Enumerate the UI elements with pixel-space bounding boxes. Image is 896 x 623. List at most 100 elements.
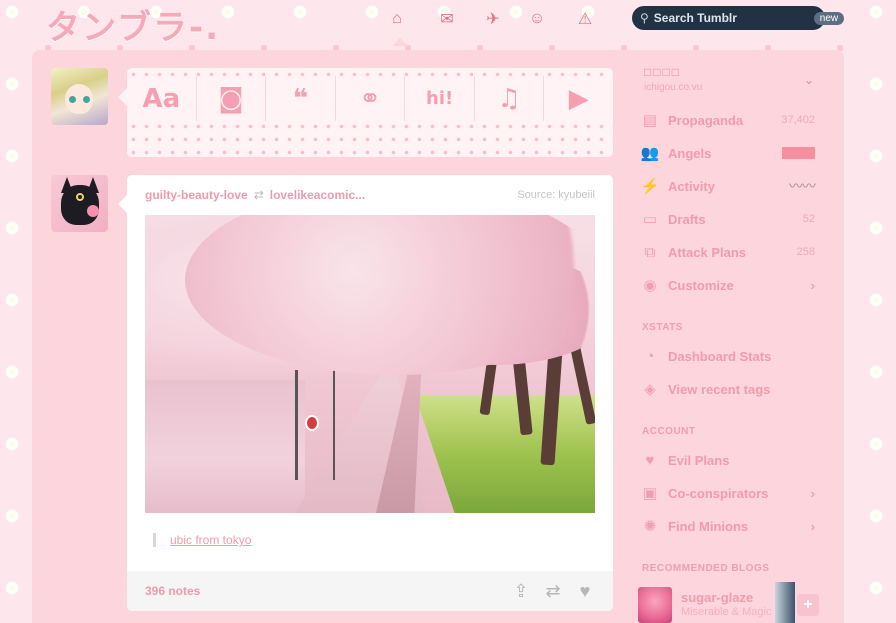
sidebar-item-label: Attack Plans [668,244,747,260]
inbox-hearts-icon[interactable]: ✉ [436,8,458,30]
post-video-button[interactable]: ▶ [544,76,614,121]
posts-icon: ▤ [642,112,658,129]
post-audio-button[interactable]: ♫ [474,76,545,121]
recommended-blog-header-image [775,582,795,623]
sidebar-item-count: 52 [802,213,815,225]
sidebar-item-label: Dashboard Stats [668,348,772,364]
activity-sparkline: 〰〰 [789,178,816,194]
active-nav-caret [392,38,408,46]
avatar-eye-right [83,96,90,103]
search-icon: ⚲ [640,11,649,25]
recommended-heading: RECOMMENDED BLOGS [642,563,770,574]
poster-avatar[interactable] [51,175,108,232]
search-bar[interactable]: ⚲ new [632,6,845,30]
photo-hedge [415,395,595,513]
drafts-icon: ▭ [642,211,658,228]
following-icon: ▣ [642,485,658,502]
chat-icon: hi! [426,88,454,109]
sidebar-item-label: Co-conspirators [668,485,769,501]
sidebar-item-queue[interactable]: ⧉ Attack Plans 258 [640,241,815,263]
sidebar-item-count: 258 [796,246,815,258]
post-photo[interactable] [145,215,595,513]
account-heading: ACCOUNT [642,426,696,437]
sidebar-item-label: Activity [668,178,715,194]
photo-river [145,380,305,513]
recommended-blog[interactable]: sugar-glaze Miserable & Magic + [638,582,823,623]
headphones-icon: ♫ [497,83,521,114]
sidebar-item-followers[interactable]: 👥 Angels [640,142,815,164]
share-icon[interactable]: ⇪ [511,581,531,601]
sidebar-item-following[interactable]: ▣ Co-conspirators › [640,482,815,504]
reblog-icon[interactable]: ⇄ [543,581,563,601]
sidebar-item-likes[interactable]: ♥ Evil Plans [640,449,815,471]
followers-icon: 👥 [640,145,660,162]
sidebar-item-posts[interactable]: ▤ Propaganda 37,402 [640,109,815,131]
notes-count[interactable]: 396 notes [145,584,200,598]
post-source-link[interactable]: Source: kyubeiil [517,189,595,201]
chevron-right-icon: › [810,518,815,534]
sidebar-item-recent-tags[interactable]: ◈ View recent tags [640,378,815,400]
avatar-flower [87,205,99,217]
post-actions: ⇪ ⇄ ♥ [511,581,595,601]
avatar-ring [76,193,84,201]
chevron-right-icon: › [810,277,815,293]
activity-kitty-icon[interactable]: ☺ [526,8,548,30]
sidebar-item-label: Find Minions [668,518,749,534]
quote-icon: ❝ [292,83,309,114]
chevron-right-icon: › [810,485,815,501]
sidebar-item-label: Angels [668,145,712,161]
alert-icon[interactable]: ⚠ [574,8,596,30]
search-new-badge: new [813,11,845,25]
reblog-arrow-icon: ⇄ [253,188,264,202]
blog-url: ichigou.co.vu [644,82,703,93]
post-photo-button[interactable]: ◙ [196,76,267,121]
pie-chart-icon: ◔ [645,347,655,365]
sidebar-item-find-blogs[interactable]: ✺ Find Minions › [640,515,815,537]
post-quote-button[interactable]: ❝ [266,76,336,121]
sidebar-item-customize[interactable]: ◉ Customize › [640,274,815,296]
post-link-button[interactable]: ⚭ [335,76,406,121]
sidebar-item-label: Evil Plans [668,452,730,468]
sidebar-item-drafts[interactable]: ▭ Drafts 52 [640,208,815,230]
post-text-button[interactable]: Aa [127,76,197,121]
link-icon: ⚭ [359,83,381,114]
avatar-eye-left [69,96,76,103]
sidebar-item-count: 37,402 [781,114,815,126]
sidebar-item-label: View recent tags [668,381,771,397]
blog-name: □□□□ [644,65,681,79]
dashboard-home-icon[interactable]: ⌂ [386,8,408,30]
video-camera-icon: ▶ [568,83,589,114]
recommended-blog-subtitle: Miserable & Magic [681,606,772,618]
sidebar-item-activity[interactable]: ⚡ Activity 〰〰 [640,175,816,197]
caption-link[interactable]: ubic from tokyo [170,533,251,547]
sidebar-item-dashboard-stats[interactable]: ◔ Dashboard Stats [640,345,815,367]
followers-bar [782,147,815,159]
follow-plus-button[interactable]: + [797,594,819,616]
like-heart-icon[interactable]: ♥ [575,581,595,601]
find-blogs-icon: ✺ [643,518,657,535]
customize-eye-icon: ◉ [643,277,657,294]
reblogged-from-link[interactable]: lovelikeacomic... [270,188,365,202]
queue-icon: ⧉ [644,243,656,261]
explore-map-icon[interactable]: ✈ [482,8,504,30]
post-author-link[interactable]: guilty-beauty-love [145,188,248,202]
chevron-down-icon[interactable]: ⌄ [804,73,814,87]
search-input[interactable] [653,11,814,25]
camera-icon: ◙ [218,83,244,114]
text-icon: Aa [142,83,181,114]
sidebar-item-label: Propaganda [668,112,744,128]
sidebar-item-label: Customize [668,277,734,293]
post-chat-button[interactable]: hi! [405,76,475,121]
recommended-blog-avatar[interactable] [638,587,672,623]
photo-sign [305,415,319,431]
post-caption: ubic from tokyo [153,533,251,547]
tumblr-logo[interactable]: タンブラ-. [46,0,220,49]
sidebar-item-label: Drafts [668,211,706,227]
user-avatar[interactable] [51,68,108,125]
new-post-bar: Aa ◙ ❝ ⚭ hi! ♫ ▶ [127,68,614,157]
activity-icon: ⚡ [640,178,660,195]
blog-switcher[interactable]: □□□□ ichigou.co.vu ⌄ [644,65,814,93]
postbar-notch [118,88,127,106]
post-header: guilty-beauty-love ⇄ lovelikeacomic... S… [145,188,595,202]
recommended-blog-name[interactable]: sugar-glaze [681,590,753,605]
